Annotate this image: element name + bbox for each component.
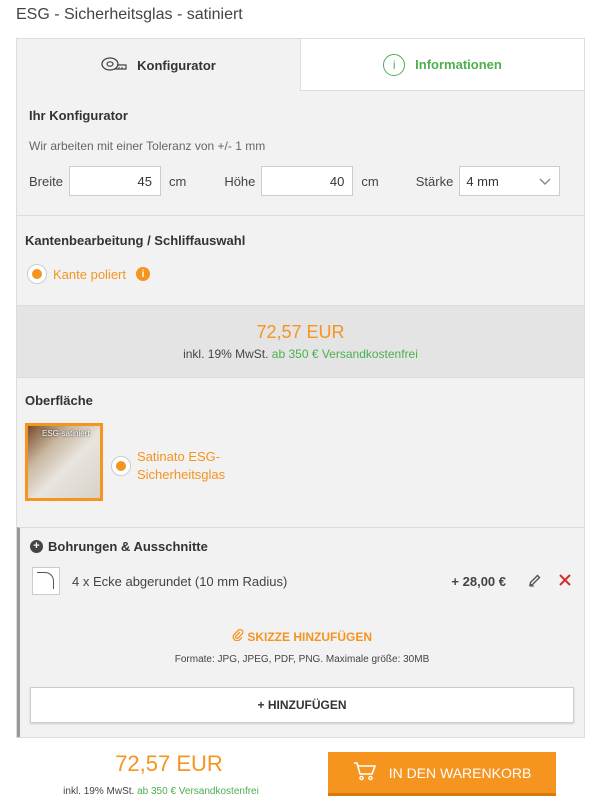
surface-option-line2: Sicherheitsglas bbox=[137, 466, 226, 482]
add-to-cart-label: IN DEN WARENKORB bbox=[388, 764, 532, 781]
footer-vat-note: inkl. 19% MwSt. bbox=[63, 786, 135, 797]
price-section: 72,57 EUR inkl. 19% MwSt. ab 350 € Versa… bbox=[17, 305, 584, 377]
edge-option-kante-poliert[interactable]: Kante poliert i bbox=[27, 264, 150, 284]
drilling-item-text: 4 x Ecke abgerundet (10 mm Radius) bbox=[72, 573, 288, 589]
radio-dot bbox=[116, 460, 126, 471]
add-button[interactable]: + HINZUFÜGEN bbox=[30, 687, 574, 723]
height-unit: cm bbox=[361, 173, 379, 189]
file-formats-note: Formate: JPG, JPEG, PDF, PNG. Maximale g… bbox=[174, 654, 430, 665]
footer-price-amount: 72,57 EUR bbox=[115, 751, 223, 776]
drilling-section: + Bohrungen & Ausschnitte 4 x Ecke abger… bbox=[17, 527, 584, 737]
tab-konfigurator[interactable]: Konfigurator bbox=[17, 39, 301, 91]
footer-price-note: inkl. 19% MwSt. ab 350 € Versandkostenfr… bbox=[16, 786, 306, 797]
edit-pencil-icon[interactable] bbox=[528, 573, 542, 590]
shopping-cart-icon bbox=[353, 761, 377, 784]
footer-shipping-note: ab 350 € Versandkostenfrei bbox=[137, 786, 259, 797]
surface-section: Oberfläche ESG-satiniert Satinato ESG- S… bbox=[17, 377, 584, 527]
surface-option-line1: Satinato ESG- bbox=[137, 449, 221, 464]
drilling-header[interactable]: + Bohrungen & Ausschnitte bbox=[30, 539, 208, 554]
config-section: Ihr Konfigurator Wir arbeiten mit einer … bbox=[17, 91, 584, 215]
tolerance-note: Wir arbeiten mit einer Toleranz von +/- … bbox=[29, 139, 266, 153]
edge-section: Kantenbearbeitung / Schliffauswahl Kante… bbox=[17, 215, 584, 305]
radio-button-selected[interactable] bbox=[111, 455, 131, 476]
measuring-tape-icon bbox=[101, 56, 127, 75]
plus-circle-icon: + bbox=[30, 540, 43, 553]
price-amount: 72,57 EUR bbox=[256, 322, 345, 342]
thickness-value: 4 mm bbox=[466, 173, 499, 189]
tab-konfigurator-label: Konfigurator bbox=[137, 57, 216, 73]
product-configurator-panel: Konfigurator i Informationen Ihr Konfigu… bbox=[16, 38, 585, 738]
add-sketch-link[interactable]: SKIZZE HINZUFÜGEN bbox=[20, 628, 584, 644]
radio-button-selected[interactable] bbox=[27, 264, 47, 284]
surface-option-satinato[interactable]: Satinato ESG- Sicherheitsglas bbox=[111, 448, 225, 483]
rounded-corner-icon bbox=[32, 567, 60, 595]
radio-dot bbox=[32, 269, 42, 279]
width-unit: cm bbox=[168, 173, 187, 189]
width-label: Breite bbox=[29, 173, 63, 189]
surface-title: Oberfläche bbox=[25, 393, 93, 408]
edge-title: Kantenbearbeitung / Schliffauswahl bbox=[25, 233, 246, 248]
glass-sample-image: ESG-satiniert bbox=[28, 426, 100, 498]
dimension-row: Breite cm Höhe cm Stärke 4 mm bbox=[29, 166, 561, 196]
shipping-note: ab 350 € Versandkostenfrei bbox=[271, 347, 418, 361]
drilling-item-price: + 28,00 € bbox=[451, 573, 506, 589]
surface-option-label: Satinato ESG- Sicherheitsglas bbox=[137, 448, 225, 483]
thumbnail-label: ESG-satiniert bbox=[42, 429, 90, 438]
surface-thumbnail[interactable]: ESG-satiniert bbox=[25, 423, 103, 501]
drilling-title: Bohrungen & Ausschnitte bbox=[48, 539, 208, 554]
drilling-item: 4 x Ecke abgerundet (10 mm Radius) + 28,… bbox=[32, 567, 572, 595]
info-icon[interactable]: i bbox=[136, 267, 150, 281]
add-to-cart-button[interactable]: IN DEN WARENKORB bbox=[328, 752, 556, 796]
tab-informationen-label: Informationen bbox=[415, 57, 502, 72]
add-sketch-label: SKIZZE HINZUFÜGEN bbox=[247, 630, 372, 644]
height-input[interactable] bbox=[261, 166, 354, 196]
thickness-label: Stärke bbox=[415, 173, 454, 189]
edge-option-label: Kante poliert bbox=[53, 266, 126, 282]
paperclip-icon bbox=[232, 628, 247, 644]
width-input[interactable] bbox=[68, 166, 161, 196]
thickness-select[interactable]: 4 mm bbox=[459, 166, 561, 196]
chevron-down-icon bbox=[539, 174, 551, 189]
vat-note: inkl. 19% MwSt. bbox=[183, 347, 269, 361]
page-title: ESG - Sicherheitsglas - satiniert bbox=[16, 6, 243, 23]
tab-informationen[interactable]: i Informationen bbox=[301, 39, 584, 91]
price-note: inkl. 19% MwSt. ab 350 € Versandkostenfr… bbox=[17, 347, 584, 361]
config-title: Ihr Konfigurator bbox=[29, 108, 128, 123]
info-circle-icon: i bbox=[383, 53, 406, 76]
tab-bar: Konfigurator i Informationen bbox=[17, 39, 584, 91]
height-label: Höhe bbox=[224, 173, 256, 189]
delete-x-icon[interactable] bbox=[558, 571, 572, 592]
